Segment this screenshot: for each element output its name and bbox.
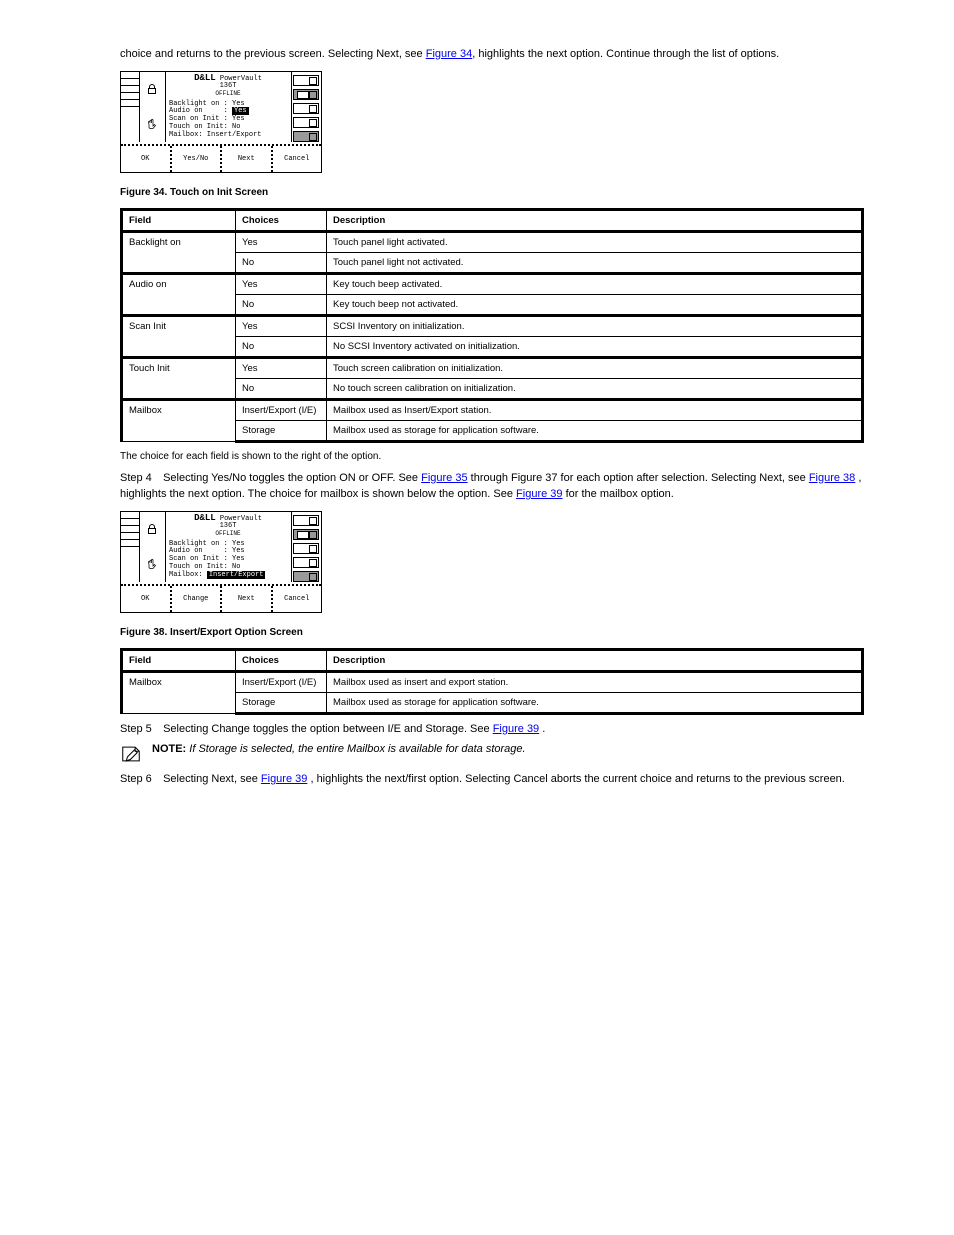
- intro-text: choice and returns to the previous scree…: [120, 48, 423, 60]
- note-block: NOTE: If Storage is selected, the entire…: [120, 743, 864, 765]
- step6-lead: Step 6: [120, 771, 160, 788]
- note-text: If Storage is selected, the entire Mailb…: [189, 743, 525, 755]
- step4-lead: Step 4: [120, 470, 160, 487]
- step6-link-fig39[interactable]: Figure 39: [261, 773, 307, 785]
- table-row: Scan Init: [122, 315, 236, 357]
- device-next-button[interactable]: Next: [220, 146, 271, 172]
- options-table-34: Field Choices Description Backlight onYe…: [120, 208, 864, 443]
- figure-38-device: D&LL PowerVault 136T OFFLINE Backlight o…: [120, 511, 322, 613]
- fig34-caption: Figure 34. Touch on Init Screen: [120, 187, 864, 198]
- table-row: Audio on: [122, 273, 236, 315]
- fig34-settings-list: Backlight on : Yes Audio on : Yes Scan o…: [165, 101, 291, 139]
- brand-mid: PowerVault: [220, 75, 262, 83]
- th-choice: Choices: [236, 209, 327, 231]
- step4-link-fig38[interactable]: Figure 38: [809, 472, 855, 484]
- step6-text-b: , highlights the next/first option. Sele…: [310, 773, 844, 785]
- lock-icon: [146, 523, 158, 535]
- figure-34-device: D&LL PowerVault 136T OFFLINE Backlight o…: [120, 71, 322, 173]
- options-table-38: Field Choices Description MailboxInsert/…: [120, 648, 864, 715]
- step4-link-fig39[interactable]: Figure 39: [516, 488, 562, 500]
- fig38-caption: Figure 38. Insert/Export Option Screen: [120, 627, 864, 638]
- device-yesno-button[interactable]: Yes/No: [170, 146, 221, 172]
- step5-lead: Step 5: [120, 721, 160, 738]
- intro-para: choice and returns to the previous scree…: [120, 46, 864, 63]
- device-ok-button[interactable]: OK: [121, 146, 170, 172]
- step4-text-d: for the mailbox option.: [566, 488, 674, 500]
- intro-link[interactable]: Figure 34: [426, 48, 472, 60]
- device-next-button[interactable]: Next: [220, 586, 271, 612]
- step4-text-b: through Figure 37 for each option after …: [471, 472, 806, 484]
- th-field: Field: [122, 649, 236, 671]
- brand-off: OFFLINE: [215, 90, 240, 97]
- step4-link-fig35[interactable]: Figure 35: [421, 472, 467, 484]
- th-desc: Description: [327, 649, 863, 671]
- note-pencil-icon: [120, 743, 142, 765]
- step5-text-a: Selecting Change toggles the option betw…: [163, 723, 490, 735]
- table-row: Mailbox: [122, 671, 236, 713]
- step5-text-b: .: [542, 723, 545, 735]
- hand-icon: [145, 558, 159, 570]
- brand-big: D&LL: [194, 73, 216, 83]
- device-cancel-button[interactable]: Cancel: [271, 586, 322, 612]
- th-desc: Description: [327, 209, 863, 231]
- hand-icon: [145, 118, 159, 130]
- device-change-button[interactable]: Change: [170, 586, 221, 612]
- th-choice: Choices: [236, 649, 327, 671]
- note-label: NOTE:: [152, 743, 186, 755]
- table-row: Backlight on: [122, 231, 236, 273]
- th-field: Field: [122, 209, 236, 231]
- device-ok-button[interactable]: OK: [121, 586, 170, 612]
- table-row: Mailbox: [122, 399, 236, 441]
- step5-link-fig39[interactable]: Figure 39: [493, 723, 539, 735]
- device-cancel-button[interactable]: Cancel: [271, 146, 322, 172]
- lock-icon: [146, 83, 158, 95]
- step4-text-a: Selecting Yes/No toggles the option ON o…: [163, 472, 418, 484]
- step6-text-a: Selecting Next, see: [163, 773, 258, 785]
- table-row: Touch Init: [122, 357, 236, 399]
- intro-tail: , highlights the next option. Continue t…: [472, 48, 779, 60]
- t34-sentence: The choice for each field is shown to th…: [120, 449, 864, 464]
- fig38-settings-list: Backlight on : Yes Audio on : Yes Scan o…: [165, 541, 291, 579]
